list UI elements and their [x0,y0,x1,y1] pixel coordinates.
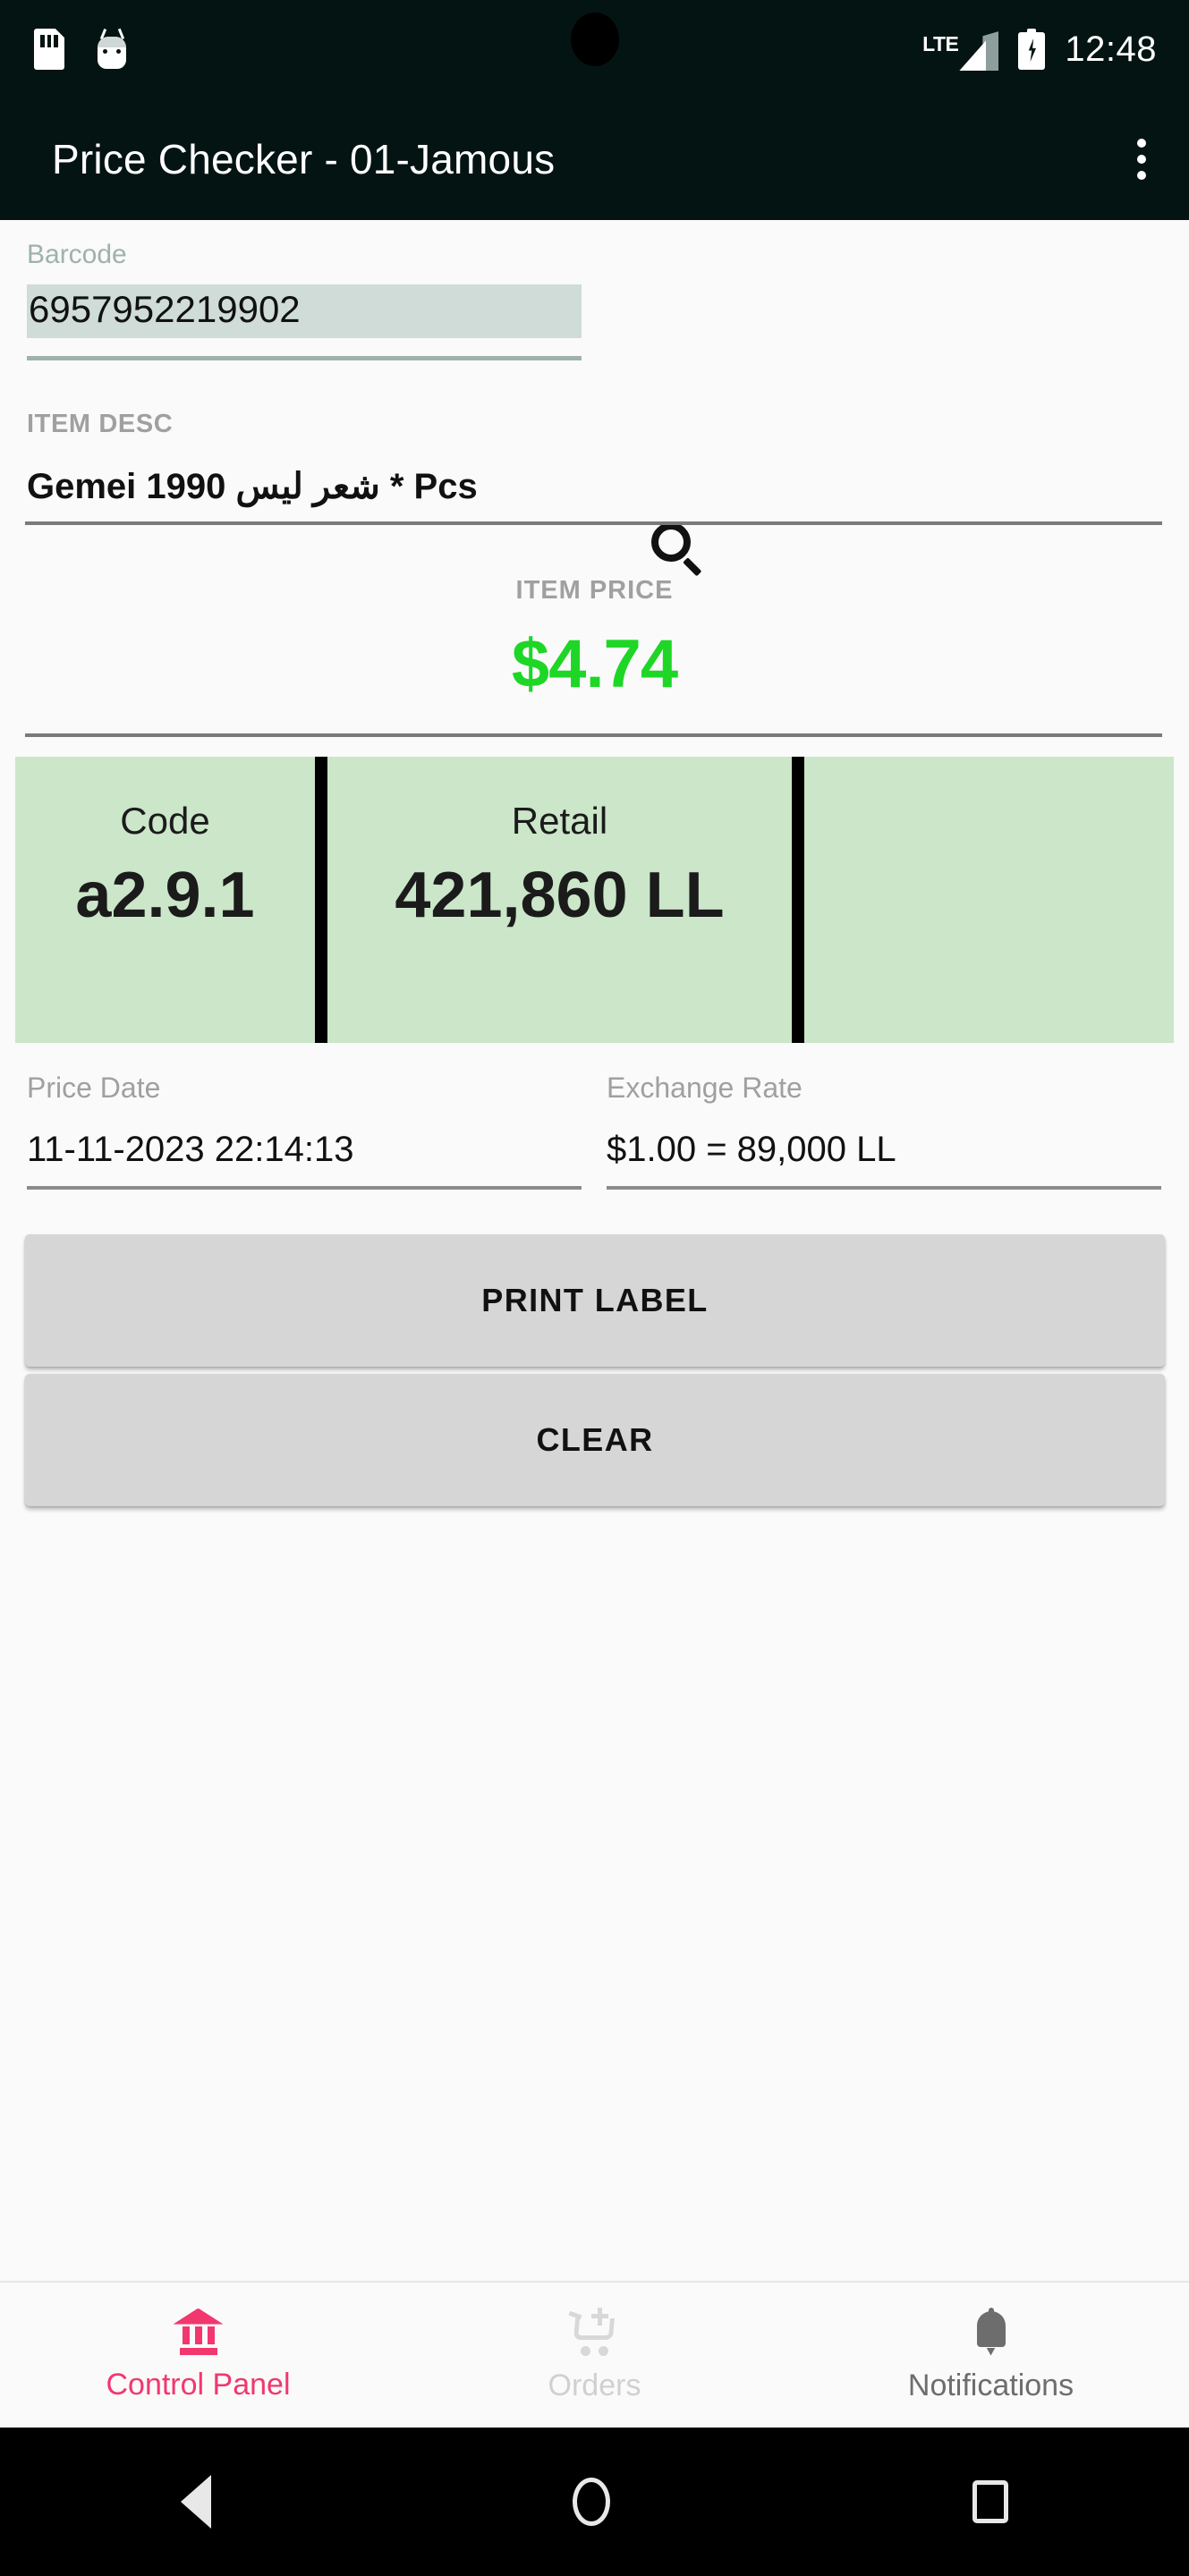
nav-item-control-panel[interactable]: Control Panel [0,2283,396,2428]
camera-punch-hole [570,13,619,66]
exchange-rate-underline [607,1186,1161,1190]
main-content: Barcode 6957952219902 ITEM DESC Gemei 19… [0,220,1189,2281]
add-shopping-cart-icon [568,2307,621,2356]
status-bar-clock: 12:48 [1065,29,1157,69]
item-price-label: ITEM PRICE [515,576,674,605]
summary-cell-empty [804,757,1174,1043]
summary-cell-code: Code a2.9.1 [15,757,315,1043]
sim-card-icon [34,29,64,70]
exchange-rate-value[interactable]: $1.00 = 89,000 LL [607,1130,1161,1170]
exchange-rate-label: Exchange Rate [607,1072,803,1104]
app-bar: Price Checker - 01-Jamous [0,98,1189,220]
android-system-nav [0,2428,1189,2576]
more-vert-icon[interactable] [1137,139,1189,180]
code-value: a2.9.1 [75,860,255,931]
item-desc-value[interactable]: Gemei 1990 شعر ليس * Pcs [0,466,1189,507]
summary-divider-2 [792,757,804,1043]
summary-divider-1 [315,757,327,1043]
nav-item-orders[interactable]: Orders [396,2283,793,2428]
back-triangle-icon[interactable] [181,2475,212,2529]
summary-cell-retail: Retail 421,860 LL [327,757,792,1043]
price-date-label: Price Date [27,1072,161,1104]
signal-bars-icon [959,31,999,71]
barcode-input[interactable]: 6957952219902 [27,284,582,338]
nav-label-orders: Orders [548,2368,641,2402]
bell-icon [972,2307,1011,2356]
battery-charging-icon [1018,29,1046,70]
code-caption: Code [120,800,210,842]
item-price-group: ITEM PRICE $4.74 [0,576,1189,737]
lte-label: LTE [922,32,959,55]
nav-label-control-panel: Control Panel [106,2367,291,2402]
bottom-navigation: Control Panel Orders Notifications [0,2281,1189,2428]
retail-caption: Retail [511,800,608,842]
item-price-underline [25,733,1162,737]
status-bar-right-icons: LTE 12:48 [922,28,1189,71]
item-desc-underline [25,521,1162,525]
network-type-indicator: LTE [922,28,999,71]
home-circle-icon[interactable] [573,2478,611,2526]
bank-icon [173,2308,224,2355]
search-icon[interactable] [651,522,705,577]
barcode-label: Barcode [27,240,127,269]
item-desc-label: ITEM DESC [27,410,174,438]
status-bar-left-icons [0,28,129,70]
barcode-field-group: Barcode 6957952219902 [0,240,1189,383]
phone-screen: LTE 12:48 Price Checker - 01-Jamous Barc… [0,0,1189,2576]
price-date-underline [27,1186,582,1190]
price-date-group: Price Date 11-11-2023 22:14:13 [27,1072,582,1190]
barcode-underline [27,356,582,360]
nav-item-notifications[interactable]: Notifications [793,2283,1189,2428]
recents-square-icon[interactable] [972,2480,1008,2523]
price-date-value[interactable]: 11-11-2023 22:14:13 [27,1130,582,1170]
status-bar: LTE 12:48 [0,0,1189,98]
clear-button[interactable]: CLEAR [25,1374,1165,1506]
item-price-value: $4.74 [511,626,678,702]
nav-label-notifications: Notifications [907,2368,1074,2402]
price-summary-panel: Code a2.9.1 Retail 421,860 LL [15,757,1174,1043]
item-desc-group: ITEM DESC Gemei 1990 شعر ليس * Pcs [0,410,1189,525]
print-label-button[interactable]: PRINT LABEL [25,1234,1165,1367]
exchange-rate-group: Exchange Rate $1.00 = 89,000 LL [607,1072,1161,1190]
page-title: Price Checker - 01-Jamous [52,136,556,182]
android-bug-icon [95,28,129,69]
retail-value: 421,860 LL [395,860,725,931]
